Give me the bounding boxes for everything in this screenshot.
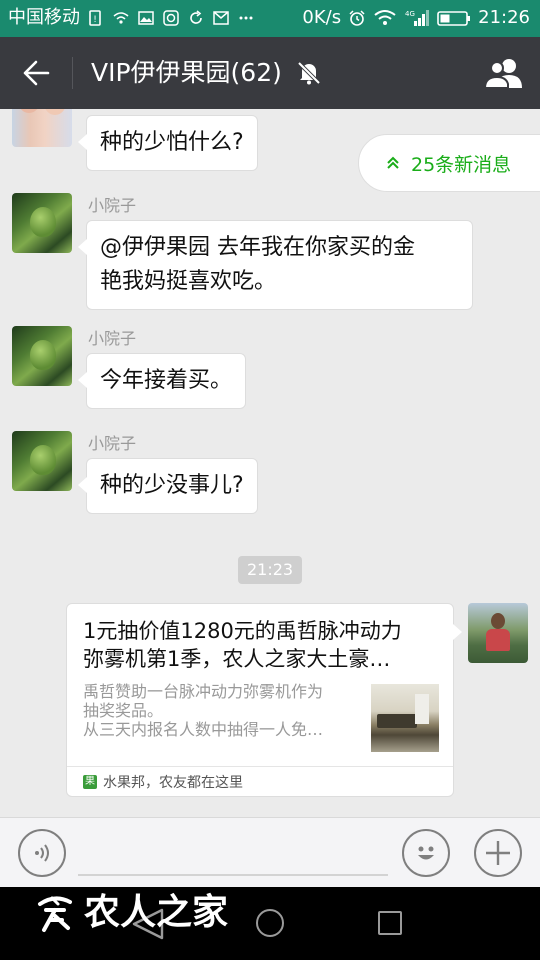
message-bubble[interactable]: 种的少没事儿? (78, 458, 258, 514)
group-people-icon (484, 59, 522, 89)
my-avatar[interactable] (468, 603, 528, 663)
alarm-icon (348, 9, 366, 27)
network-type-label: 4G (405, 10, 415, 18)
sender-name: 小院子 (88, 434, 137, 453)
image-icon (137, 9, 155, 27)
clock: 21:26 (478, 7, 530, 28)
leaf-avatar[interactable] (12, 431, 72, 491)
nav-recent-apps-icon[interactable] (378, 911, 402, 935)
battery-icon (437, 9, 471, 27)
card-desc-line: 从三天内报名人数中抽得一人免… (83, 720, 324, 739)
card-title-line: 弥雾机第1季，农人之家大土豪… (83, 647, 391, 671)
status-right: 0K/s 4G 21:26 (302, 8, 530, 28)
message-text: 种的少怕什么? (100, 130, 244, 155)
new-messages-button[interactable]: 25条新消息 (358, 134, 540, 192)
chat-title: VIP伊伊果园(62) (91, 58, 282, 87)
double-chevron-up-icon (387, 156, 399, 169)
leaf-avatar[interactable] (12, 193, 72, 253)
card-title: 1元抽价值1280元的禹哲脉冲动力 弥雾机第1季，农人之家大土豪… (83, 617, 443, 673)
kids-avatar[interactable] (12, 109, 72, 147)
card-desc-line: 禹哲赞助一台脉冲动力弥雾机作为 (83, 682, 324, 701)
card-thumbnail (371, 684, 439, 752)
card-desc-line: 抽奖奖品。 (83, 701, 164, 720)
watermark: 农人之家 (32, 890, 228, 936)
back-button[interactable] (14, 51, 58, 95)
status-bar: 中国移动 ! 0K/s 4G 21:26 (0, 0, 540, 37)
message-icon (212, 9, 230, 27)
card-title-line: 1元抽价值1280元的禹哲脉冲动力 (83, 619, 402, 643)
nav-home-icon[interactable] (256, 909, 284, 937)
leaf-avatar[interactable] (12, 326, 72, 386)
back-arrow-icon (23, 60, 50, 86)
card-source-label: 水果邦，农友都在这里 (103, 774, 243, 791)
mute-bell-icon (297, 61, 321, 85)
app-icon (162, 9, 180, 27)
wifi-call-icon (112, 9, 130, 27)
message-text: 种的少没事儿? (100, 473, 244, 498)
new-messages-label: 25条新消息 (411, 153, 512, 176)
svg-text:!: ! (93, 15, 97, 25)
message-text-input[interactable] (78, 832, 388, 876)
group-members-button[interactable] (482, 53, 526, 93)
voice-input-button[interactable] (18, 829, 66, 877)
more-actions-button[interactable] (474, 829, 522, 877)
message-list[interactable]: 种的少怕什么? 25条新消息 小院子 @伊伊果园 去年我在你家买的金 艳我妈挺喜… (0, 109, 540, 817)
message-text-line: @伊伊果园 去年我在你家买的金 (100, 235, 415, 260)
emoji-button[interactable] (402, 829, 450, 877)
card-description: 禹哲赞助一台脉冲动力弥雾机作为 抽奖奖品。 从三天内报名人数中抽得一人免… (83, 682, 359, 739)
sender-name: 小院子 (88, 329, 137, 348)
sender-name: 小院子 (88, 196, 137, 215)
message-text-line: 艳我妈挺喜欢吃。 (100, 269, 277, 294)
sim-alert-icon: ! (87, 9, 105, 27)
message-input-bar (0, 817, 540, 887)
card-source: 果 水果邦，农友都在这里 (67, 766, 453, 796)
plus-icon (486, 841, 510, 865)
message-bubble[interactable]: 种的少怕什么? (78, 115, 258, 171)
network-speed: 0K/s (302, 7, 342, 28)
source-logo-icon: 果 (83, 774, 97, 789)
message-bubble[interactable]: @伊伊果园 去年我在你家买的金 艳我妈挺喜欢吃。 (78, 220, 473, 310)
timestamp-pill: 21:23 (238, 556, 303, 584)
chat-title-bar: VIP伊伊果园(62) (0, 37, 540, 109)
signal-icon: 4G (404, 9, 430, 27)
status-left: 中国移动 ! (8, 8, 255, 28)
watermark-logo-icon (38, 896, 72, 932)
voice-wave-icon (35, 844, 49, 862)
message-text: 今年接着买。 (100, 368, 233, 393)
smiley-icon (418, 846, 434, 860)
message-bubble[interactable]: 今年接着买。 (77, 353, 247, 409)
carrier-label: 中国移动 (8, 7, 80, 28)
wifi-icon (373, 9, 397, 27)
watermark-text: 农人之家 (84, 892, 229, 933)
shared-link-card[interactable]: 1元抽价值1280元的禹哲脉冲动力 弥雾机第1季，农人之家大土豪… 禹哲赞助一台… (66, 603, 462, 797)
more-icon (237, 9, 255, 27)
title-divider (72, 57, 73, 89)
sync-icon (187, 9, 205, 27)
